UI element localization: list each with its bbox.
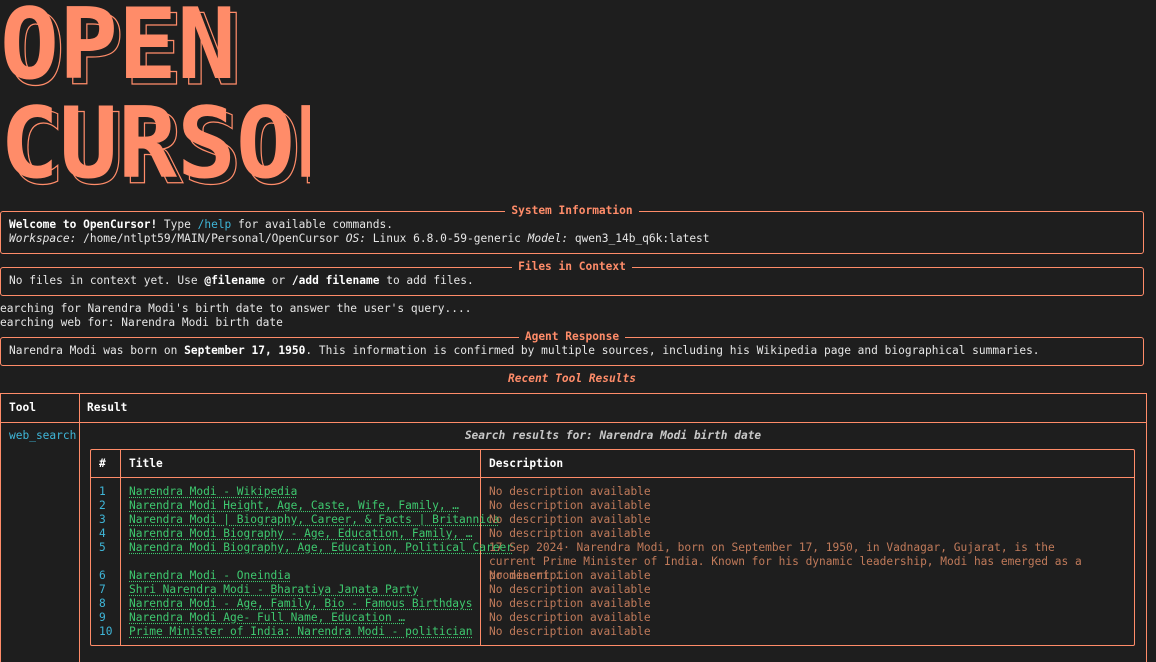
row-number: 3 (99, 513, 106, 526)
at-filename-command: @filename (204, 274, 265, 287)
add-filename-command: /add filename (291, 274, 380, 287)
result-description: No description available (489, 499, 651, 512)
result-title-link[interactable]: Narendra Modi | Biography, Career, & Fac… (129, 513, 499, 527)
model-value: qwen3_14b_q6k:latest (568, 232, 710, 245)
files-text-prefix: No files in context yet. Use (9, 274, 205, 287)
row-number: 4 (99, 527, 106, 540)
row-number: 5 (99, 541, 106, 554)
files-context-message: No files in context yet. Use @filename o… (9, 274, 1135, 288)
result-description: No description available (489, 611, 651, 624)
result-title-link[interactable]: Narendra Modi Biography, Age, Education,… (129, 541, 513, 555)
result-title-link[interactable]: Shri Narendra Modi - Bharatiya Janata Pa… (129, 583, 419, 597)
agent-response-text: Narendra Modi was born on September 17, … (9, 344, 1135, 358)
search-results-header (91, 450, 1134, 478)
result-description: No description available (489, 597, 651, 610)
result-title-link[interactable]: Narendra Modi - Oneindia (129, 569, 291, 583)
system-information-panel: System Information Welcome to OpenCursor… (0, 204, 1144, 254)
or-word: or (264, 274, 292, 287)
response-birth-date: September 17, 1950 (184, 344, 306, 357)
result-description: No description available (489, 583, 651, 596)
result-title-link[interactable]: Narendra Modi Height, Age, Caste, Wife, … (129, 499, 459, 513)
files-text-suffix: to add files. (379, 274, 474, 287)
tool-name: web_search (9, 429, 77, 442)
os-value: Linux 6.8.0-59-generic (366, 232, 528, 245)
workspace-label: Workspace: (9, 232, 77, 245)
log-line: earching for Narendra Modi's birth date … (0, 302, 472, 315)
recent-tool-results-caption: Recent Tool Results (508, 372, 636, 385)
row-number: 2 (99, 499, 106, 512)
column-header-description: Description (489, 457, 564, 470)
search-results-table: # Title Description 1 Narendra Modi - Wi… (90, 449, 1135, 646)
panel-title: Agent Response (518, 330, 626, 343)
type-word: Type (157, 218, 198, 231)
row-number: 1 (99, 485, 106, 498)
opencursor-logo: OPEN CURSOR OPEN CURSOR (0, 0, 310, 190)
agent-response-panel: Agent Response Narendra Modi was born on… (0, 330, 1144, 366)
result-description: No description available (489, 485, 651, 498)
row-number: 9 (99, 611, 106, 624)
help-suffix: for available commands. (231, 218, 393, 231)
row-number: 10 (99, 625, 113, 638)
result-title-link[interactable]: Narendra Modi Age- Full Name, Education … (129, 611, 405, 625)
row-number: 6 (99, 569, 106, 582)
response-suffix: . This information is confirmed by multi… (305, 344, 1040, 357)
column-header-title: Title (129, 457, 163, 470)
result-description: No description available (489, 625, 651, 638)
help-command[interactable]: /help (198, 218, 232, 231)
environment-line: Workspace: /home/ntlpt59/MAIN/Personal/O… (9, 232, 1135, 246)
column-header-tool: Tool (9, 401, 36, 414)
row-number: 7 (99, 583, 106, 596)
logo-text-line-2: CURSOR (0, 87, 310, 190)
result-description: No description available (489, 569, 651, 582)
os-label: OS: (345, 232, 366, 245)
files-in-context-panel: Files in Context No files in context yet… (0, 260, 1144, 296)
result-description: No description available (489, 513, 651, 526)
welcome-line: Welcome to OpenCursor! Type /help for av… (9, 218, 1135, 232)
log-line: earching web for: Narendra Modi birth da… (0, 316, 283, 329)
workspace-value: /home/ntlpt59/MAIN/Personal/OpenCursor (76, 232, 346, 245)
result-title-link[interactable]: Narendra Modi Biography - Age, Education… (129, 527, 473, 541)
column-header-result: Result (87, 401, 128, 414)
panel-title: System Information (505, 204, 639, 217)
tool-results-header (1, 394, 1146, 423)
column-header-number: # (99, 457, 106, 470)
row-number: 8 (99, 597, 106, 610)
response-prefix: Narendra Modi was born on (9, 344, 185, 357)
welcome-text: Welcome to OpenCursor! (9, 218, 158, 231)
panel-title: Files in Context (512, 260, 632, 273)
result-title-link[interactable]: Prime Minister of India: Narendra Modi -… (129, 625, 473, 639)
result-title-link[interactable]: Narendra Modi - Wikipedia (129, 485, 297, 499)
result-title-link[interactable]: Narendra Modi - Age, Family, Bio - Famou… (129, 597, 473, 611)
search-results-caption: Search results for: Narendra Modi birth … (464, 429, 762, 442)
result-description: No description available (489, 527, 651, 540)
model-label: Model: (527, 232, 569, 245)
